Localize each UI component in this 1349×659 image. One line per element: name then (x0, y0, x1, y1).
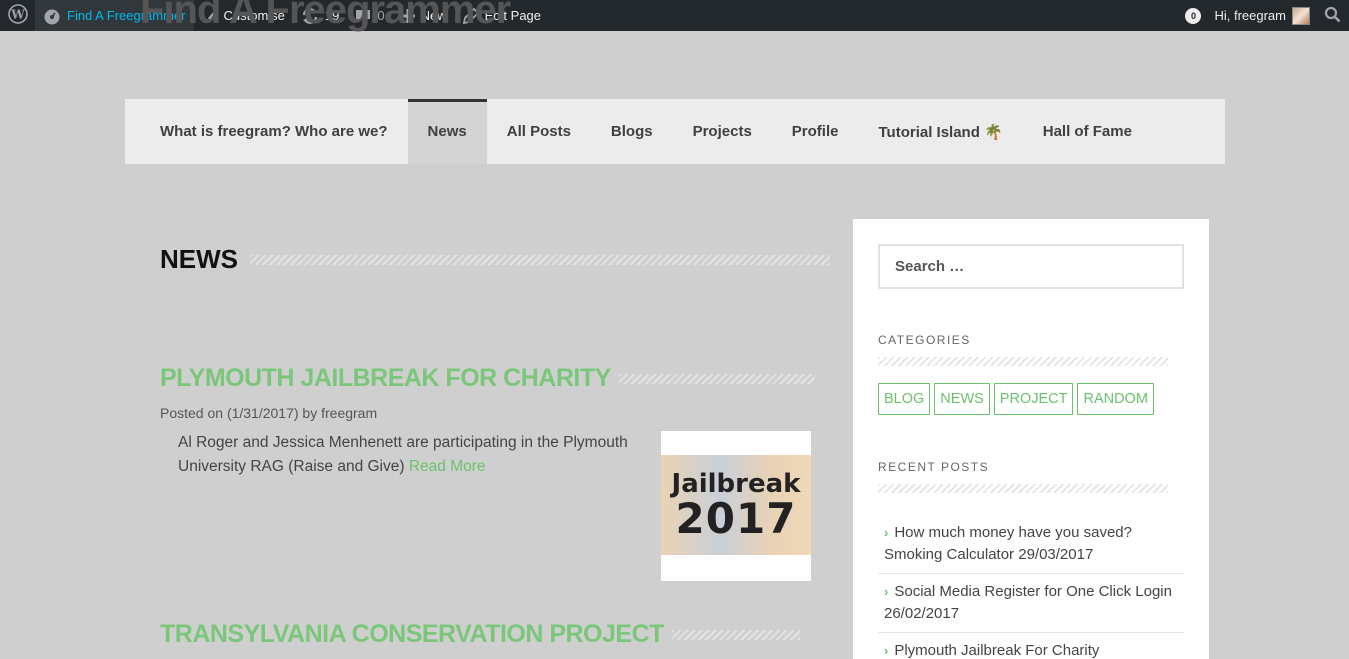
wordpress-logo-button[interactable]: W (0, 0, 35, 31)
post-body: Al Roger and Jessica Menhenett are parti… (160, 431, 815, 581)
svg-text:W: W (10, 8, 25, 22)
site-title[interactable]: Find A Freegrammer (140, 0, 511, 33)
nav-item-all-posts[interactable]: All Posts (487, 99, 591, 164)
recent-post-link[interactable]: Social Media Register for One Click Logi… (884, 583, 1172, 622)
post-title-link[interactable]: PLYMOUTH JAILBREAK FOR CHARITY (160, 364, 611, 393)
recent-post-link[interactable]: How much money have you saved? Smoking C… (884, 524, 1132, 563)
category-tag-news[interactable]: NEWS (934, 383, 990, 415)
chevron-right-icon: › (884, 643, 889, 658)
nav-item-tutorial-island[interactable]: Tutorial Island 🌴 (858, 99, 1022, 164)
categories-divider (878, 357, 1168, 366)
search-placeholder: Search … (895, 258, 965, 275)
nav-item-blogs[interactable]: Blogs (591, 99, 673, 164)
post-excerpt-text: Al Roger and Jessica Menhenett are parti… (178, 434, 628, 475)
post-meta: Posted on (1/31/2017) by freegram (160, 405, 378, 421)
search-input[interactable]: Search … (878, 244, 1184, 289)
thumbnail-text-year: 2017 (675, 494, 797, 543)
notifications-badge[interactable]: 0 (1185, 7, 1202, 24)
post-title-row: TRANSYLVANIA CONSERVATION PROJECT (160, 620, 800, 649)
post-title-divider (671, 629, 800, 640)
nav-item-what-is-freegram[interactable]: What is freegram? Who are we? (140, 99, 408, 164)
post-title-row: PLYMOUTH JAILBREAK FOR CHARITY (160, 364, 815, 393)
post-title-link[interactable]: TRANSYLVANIA CONSERVATION PROJECT (160, 620, 664, 649)
recent-post-item[interactable]: › Social Media Register for One Click Log… (878, 574, 1184, 633)
post-item: TRANSYLVANIA CONSERVATION PROJECT (160, 620, 800, 649)
categories-title: CATEGORIES (878, 333, 971, 347)
read-more-link[interactable]: Read More (409, 458, 486, 475)
recent-posts-list: › How much money have you saved? Smoking … (878, 515, 1184, 659)
post-item: PLYMOUTH JAILBREAK FOR CHARITY Posted on… (160, 364, 815, 581)
recent-posts-divider (878, 484, 1168, 493)
search-button[interactable] (1316, 0, 1349, 31)
nav-item-projects[interactable]: Projects (673, 99, 772, 164)
avatar[interactable] (1292, 6, 1310, 25)
account-greeting[interactable]: Hi, freegram (1214, 8, 1286, 23)
wordpress-icon: W (7, 4, 28, 27)
chevron-right-icon: › (884, 525, 889, 540)
main-navigation: What is freegram? Who are we? News All P… (125, 99, 1225, 164)
nav-item-news[interactable]: News (407, 99, 487, 164)
search-icon (1324, 6, 1341, 26)
category-tag-random[interactable]: RANDOM (1077, 383, 1154, 415)
page-title: NEWS (160, 244, 238, 274)
post-title-divider (618, 373, 815, 384)
nav-item-profile[interactable]: Profile (772, 99, 859, 164)
nav-item-hall-of-fame[interactable]: Hall of Fame (1023, 99, 1152, 164)
thumbnail-image: Jailbreak 2017 (661, 455, 811, 555)
category-tag-blog[interactable]: BLOG (878, 383, 931, 415)
heading-divider (250, 254, 830, 265)
recent-post-item[interactable]: › Plymouth Jailbreak For Charity (878, 633, 1184, 659)
chevron-right-icon: › (884, 584, 889, 599)
recent-post-link[interactable]: Plymouth Jailbreak For Charity (894, 642, 1099, 659)
recent-post-item[interactable]: › How much money have you saved? Smoking … (878, 515, 1184, 574)
category-tag-project[interactable]: PROJECT (993, 383, 1074, 415)
category-tags: BLOG NEWS PROJECT RANDOM (878, 383, 1184, 415)
recent-posts-title: RECENT POSTS (878, 460, 990, 474)
page-heading: NEWS (160, 244, 830, 275)
sidebar: Search … CATEGORIES BLOG NEWS PROJECT RA… (853, 219, 1209, 659)
post-thumbnail[interactable]: Jailbreak 2017 (661, 431, 811, 581)
post-excerpt: Al Roger and Jessica Menhenett are parti… (178, 431, 658, 581)
dashboard-icon (43, 7, 61, 25)
